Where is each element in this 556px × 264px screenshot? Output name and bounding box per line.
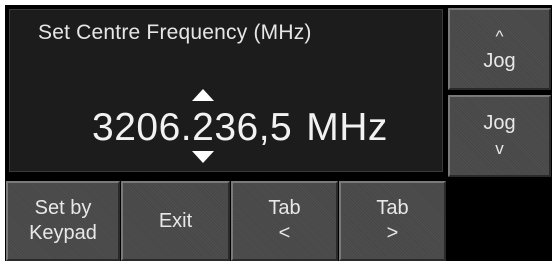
- panel-title: Set Centre Frequency (MHz): [38, 21, 312, 44]
- tab-left-chevron-icon: <: [278, 222, 291, 244]
- decrement-arrow-icon: [192, 151, 215, 163]
- cursor-digit-value: 2: [192, 106, 215, 149]
- tab-left-button[interactable]: Tab <: [231, 181, 338, 261]
- tab-left-label: Tab: [268, 197, 301, 219]
- jog-down-caret-icon: v: [495, 139, 504, 158]
- keypad-label-line2: Keypad: [29, 222, 97, 244]
- increment-arrow-icon: [192, 89, 215, 101]
- tab-right-label: Tab: [376, 197, 409, 219]
- frequency-readout: 3206. 2 36,5 MHz: [92, 89, 388, 163]
- jog-up-label: Jog: [483, 50, 516, 72]
- tab-right-button[interactable]: Tab >: [339, 181, 446, 261]
- frequency-cursor-digit[interactable]: 2: [192, 89, 215, 163]
- set-by-keypad-button[interactable]: Set by Keypad: [6, 181, 120, 261]
- exit-label: Exit: [158, 209, 193, 232]
- tab-right-chevron-icon: >: [386, 222, 399, 244]
- frequency-digits-after-cursor: 36,5: [214, 106, 293, 149]
- exit-button[interactable]: Exit: [121, 181, 230, 261]
- frequency-panel: Set Centre Frequency (MHz) 3206. 2 36,5 …: [9, 9, 443, 172]
- keypad-label-line1: Set by: [34, 197, 92, 219]
- jog-up-caret-icon: ^: [495, 27, 504, 46]
- jog-down-label: Jog: [483, 112, 516, 134]
- jog-down-button[interactable]: Jog v: [448, 95, 551, 177]
- frequency-unit: MHz: [306, 106, 388, 149]
- jog-up-button[interactable]: ^ Jog: [448, 8, 551, 90]
- frequency-digits-before-cursor: 3206.: [92, 106, 193, 149]
